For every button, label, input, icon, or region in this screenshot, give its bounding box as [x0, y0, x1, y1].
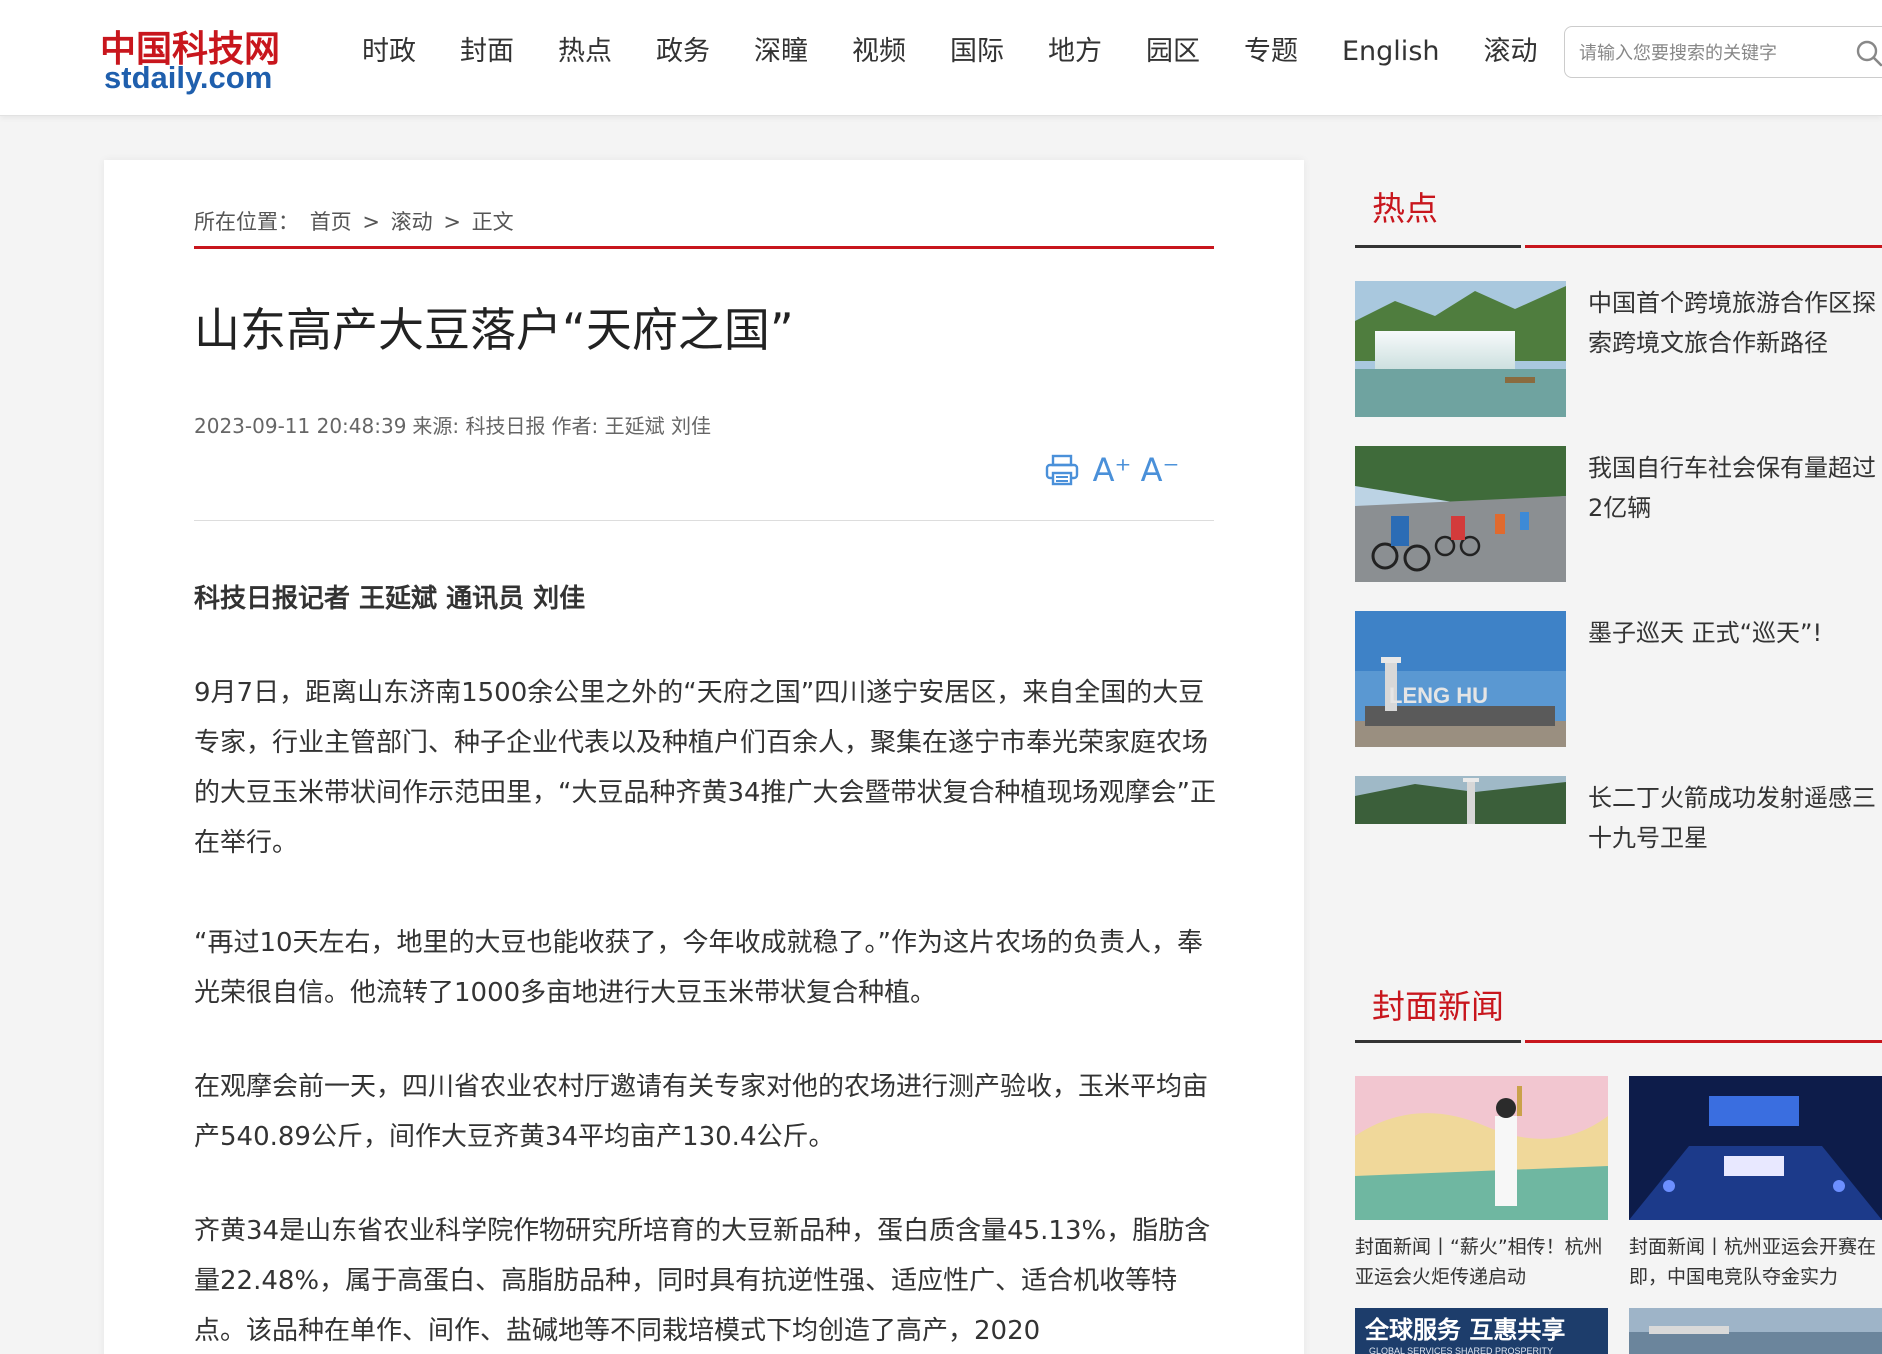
nav-item-zhuanti[interactable]: 专题 [1222, 28, 1320, 76]
article-datetime: 2023-09-11 20:48:39 [194, 414, 407, 438]
search-icon[interactable] [1855, 39, 1882, 67]
nav-item-english[interactable]: English [1320, 28, 1462, 76]
article-paragraph: “再过10天左右，地里的大豆也能收获了，今年收成就稳了。”作为这片农场的负责人，… [194, 928, 1204, 1008]
article-meta: 2023-09-11 20:48:39 来源: 科技日报 作者: 王延斌 刘佳 [194, 410, 717, 439]
esports-arena-thumbnail[interactable] [1629, 1076, 1882, 1220]
hot-news-item[interactable]: 中国首个跨境旅游合作区探索跨境文旅合作新路径 [1355, 281, 1882, 417]
sidebar-hot-divider-red [1525, 245, 1882, 248]
search-input[interactable] [1579, 37, 1829, 69]
breadcrumb-prefix: 所在位置： [194, 210, 299, 234]
hot-news-title[interactable]: 墨子巡天 正式“巡天”! [1588, 613, 1882, 653]
nav-item-zhengwu[interactable]: 政务 [634, 28, 732, 76]
search-box [1564, 26, 1882, 78]
article-source: 来源: 科技日报 [412, 414, 546, 438]
article-panel: 所在位置： 首页 > 滚动 > 正文 山东高产大豆落户“天府之国” 2023-0… [104, 160, 1304, 1354]
article-author: 作者: 王延斌 刘佳 [551, 414, 711, 438]
cyclists-thumbnail[interactable] [1355, 446, 1566, 582]
sidebar-cover-divider [1355, 1040, 1521, 1043]
torch-relay-thumbnail[interactable] [1355, 1076, 1608, 1220]
lenghu-thumbnail[interactable]: LENG HU [1355, 611, 1566, 747]
cover-news-title[interactable]: 封面新闻丨“薪火”相传！杭州亚运会火炬传递启动 [1355, 1232, 1611, 1292]
banner-text: 全球服务 互惠共享 [1364, 1316, 1565, 1344]
article-tools: A⁺ A⁻ [1044, 448, 1214, 492]
nav-item-redian[interactable]: 热点 [536, 28, 634, 76]
nav-item-guoji[interactable]: 国际 [928, 28, 1026, 76]
logo-english: stdaily.com [104, 60, 273, 95]
font-decrease-icon[interactable]: A⁻ [1140, 448, 1180, 492]
cover-news-title[interactable]: 封面新闻丨杭州亚运会开赛在即，中国电竞队夺金实力 [1629, 1232, 1882, 1292]
nav-item-difang[interactable]: 地方 [1026, 28, 1124, 76]
hot-news-title[interactable]: 长二丁火箭成功发射遥感三十九号卫星 [1588, 778, 1882, 858]
breadcrumb-current: 正文 [471, 210, 514, 234]
site-logo[interactable]: 中国科技网 stdaily.com [100, 12, 290, 95]
hot-news-item[interactable]: 我国自行车社会保有量超过2亿辆 [1355, 446, 1882, 582]
article-byline: 科技日报记者 王延斌 通讯员 刘佳 [194, 584, 586, 614]
hot-news-title[interactable]: 中国首个跨境旅游合作区探索跨境文旅合作新路径 [1588, 283, 1882, 363]
hot-news-item[interactable]: LENG HU 墨子巡天 正式“巡天”! [1355, 611, 1882, 747]
breadcrumb-home[interactable]: 首页 [310, 210, 352, 234]
harbor-thumbnail[interactable] [1629, 1308, 1882, 1354]
waterfall-thumbnail[interactable] [1355, 281, 1566, 417]
nav-item-shizheng[interactable]: 时政 [340, 28, 438, 76]
sidebar-cover-divider-red [1525, 1040, 1882, 1043]
sidebar-cover-title: 封面新闻 [1372, 987, 1504, 1026]
nav-item-shentong[interactable]: 深瞳 [732, 28, 830, 76]
breadcrumb-scroll[interactable]: 滚动 [391, 210, 433, 234]
nav-item-yuanqu[interactable]: 园区 [1124, 28, 1222, 76]
sidebar-hot-title: 热点 [1372, 189, 1438, 228]
breadcrumb: 所在位置： 首页 > 滚动 > 正文 [194, 206, 518, 236]
font-increase-icon[interactable]: A⁺ [1092, 448, 1132, 492]
hot-news-item[interactable]: 长二丁火箭成功发射遥感三十九号卫星 [1355, 776, 1882, 852]
hot-news-title[interactable]: 我国自行车社会保有量超过2亿辆 [1588, 448, 1882, 528]
article-paragraph: 9月7日，距离山东济南1500余公里之外的“天府之国”四川遂宁安居区，来自全国的… [194, 678, 1217, 858]
printer-icon[interactable] [1044, 452, 1080, 488]
article-title: 山东高产大豆落户“天府之国” [194, 303, 794, 357]
nav-item-shipin[interactable]: 视频 [830, 28, 928, 76]
breadcrumb-separator: > [362, 210, 380, 234]
breadcrumb-separator: > [443, 210, 461, 234]
site-header: 中国科技网 stdaily.com 时政 封面 热点 政务 深瞳 视频 国际 地… [0, 0, 1882, 116]
lenghu-sign-text: LENG HU [1389, 683, 1488, 708]
meta-divider [194, 520, 1214, 521]
nav-item-fengmian[interactable]: 封面 [438, 28, 536, 76]
main-nav: 时政 封面 热点 政务 深瞳 视频 国际 地方 园区 专题 English 滚动 [340, 28, 1560, 76]
article-paragraph: 齐黄34是山东省农业科学院作物研究所培育的大豆新品种，蛋白质含量45.13%，脂… [194, 1216, 1211, 1346]
banner-subtext: GLOBAL SERVICES SHARED PROSPERITY [1369, 1346, 1553, 1354]
breadcrumb-divider [194, 246, 1214, 249]
banner-thumbnail[interactable]: 全球服务 互惠共享 GLOBAL SERVICES SHARED PROSPER… [1355, 1308, 1608, 1354]
rocket-thumbnail[interactable] [1355, 776, 1566, 824]
sidebar-hot-divider [1355, 245, 1521, 248]
nav-item-gundong[interactable]: 滚动 [1462, 28, 1560, 76]
article-paragraph: 在观摩会前一天，四川省农业农村厅邀请有关专家对他的农场进行测产验收，玉米平均亩产… [194, 1072, 1209, 1152]
